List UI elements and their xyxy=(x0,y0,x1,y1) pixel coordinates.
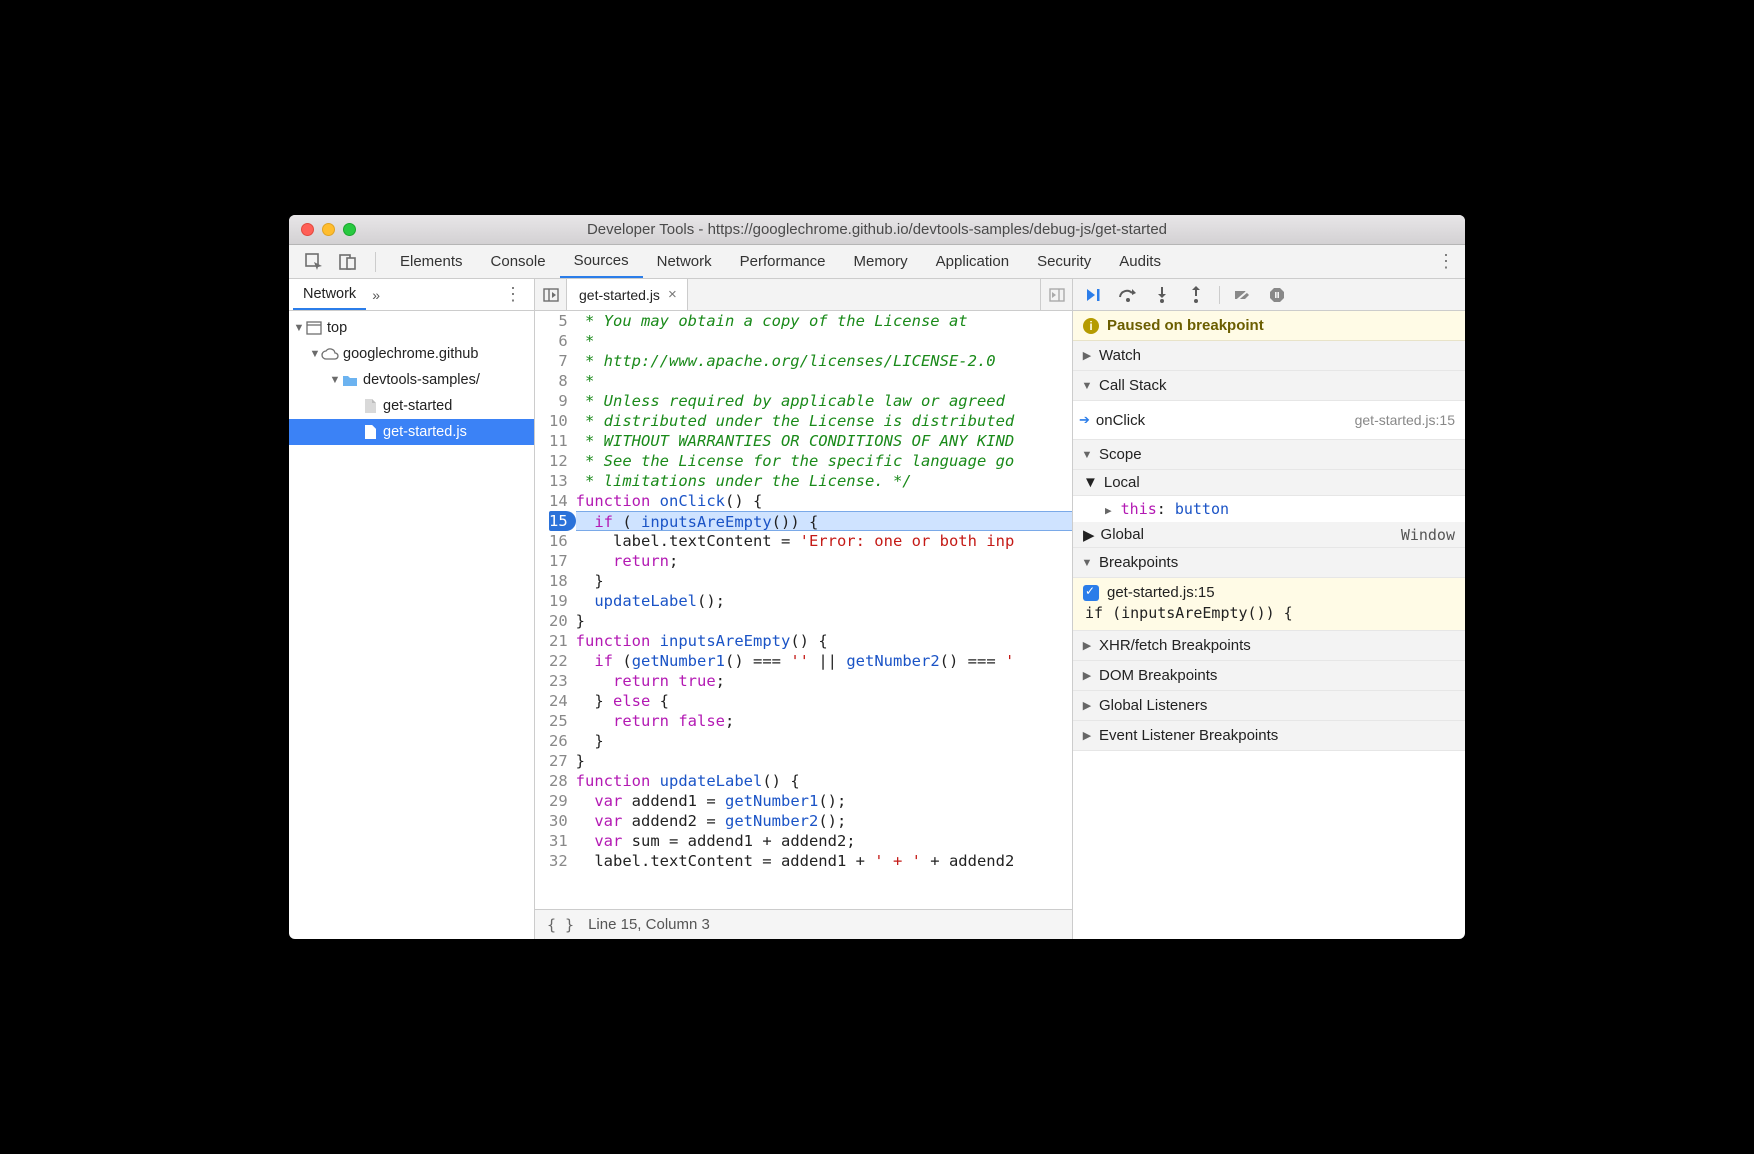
breakpoint-checkbox[interactable] xyxy=(1083,585,1099,601)
breakpoint-code: if (inputsAreEmpty()) { xyxy=(1083,601,1455,622)
pretty-print-icon[interactable]: { } xyxy=(547,916,574,934)
current-frame-icon: ➔ xyxy=(1079,412,1090,428)
tree-label: googlechrome.github xyxy=(343,346,478,362)
tab-memory[interactable]: Memory xyxy=(840,245,922,278)
main-toolbar: Elements Console Sources Network Perform… xyxy=(289,245,1465,279)
tab-network[interactable]: Network xyxy=(643,245,726,278)
section-watch[interactable]: ▶Watch xyxy=(1073,341,1465,371)
navigator-tab-network[interactable]: Network xyxy=(293,279,366,310)
close-window-button[interactable] xyxy=(301,223,314,236)
settings-menu-icon[interactable]: ⋮ xyxy=(1435,251,1457,272)
scope-body: ▼Local ▶ this: button ▶Global Window xyxy=(1073,470,1465,548)
close-tab-icon[interactable]: × xyxy=(668,286,677,303)
line-gutter: 5678910111213141516171819202122232425262… xyxy=(535,311,576,909)
devtools-window: Developer Tools - https://googlechrome.g… xyxy=(289,215,1465,939)
breakpoint-label: get-started.js:15 xyxy=(1107,584,1215,601)
expand-tabs-icon[interactable]: » xyxy=(372,287,380,303)
device-toolbar-icon[interactable] xyxy=(337,251,359,273)
code-area[interactable]: * You may obtain a copy of the License a… xyxy=(576,311,1072,909)
scope-this[interactable]: ▶ this: button xyxy=(1073,496,1465,522)
pause-on-exceptions-icon[interactable] xyxy=(1266,284,1288,306)
editor-pane: get-started.js × 56789101112131415161718… xyxy=(535,279,1073,939)
file-icon xyxy=(361,397,379,415)
scope-local[interactable]: ▼Local xyxy=(1073,470,1465,496)
info-icon: i xyxy=(1083,318,1099,334)
debugger-sections: ▶Watch ▼Call Stack ➔ onClick get-started… xyxy=(1073,341,1465,939)
file-icon xyxy=(361,423,379,441)
navigator-menu-icon[interactable]: ⋮ xyxy=(502,284,524,305)
minimize-window-button[interactable] xyxy=(322,223,335,236)
section-global-listeners[interactable]: ▶Global Listeners xyxy=(1073,691,1465,721)
cloud-icon xyxy=(321,345,339,363)
tab-console[interactable]: Console xyxy=(477,245,560,278)
tab-sources[interactable]: Sources xyxy=(560,245,643,278)
navigator-tabs: Network » ⋮ xyxy=(289,279,534,311)
section-callstack[interactable]: ▼Call Stack xyxy=(1073,371,1465,401)
editor-tabstrip: get-started.js × xyxy=(535,279,1072,311)
section-breakpoints[interactable]: ▼Breakpoints xyxy=(1073,548,1465,578)
tab-application[interactable]: Application xyxy=(922,245,1023,278)
separator xyxy=(375,252,376,272)
navigator-pane: Network » ⋮ ▼ top ▼ googlechrome.github … xyxy=(289,279,535,939)
tree-folder[interactable]: ▼ devtools-samples/ xyxy=(289,367,534,393)
toggle-debugger-icon[interactable] xyxy=(1040,279,1072,310)
tree-file-js[interactable]: get-started.js xyxy=(289,419,534,445)
main-area: Network » ⋮ ▼ top ▼ googlechrome.github … xyxy=(289,279,1465,939)
tree-label: get-started xyxy=(383,398,452,414)
tree-label: devtools-samples/ xyxy=(363,372,480,388)
step-out-icon[interactable] xyxy=(1185,284,1207,306)
file-tree: ▼ top ▼ googlechrome.github ▼ devtools-s… xyxy=(289,311,534,939)
debugger-toolbar xyxy=(1073,279,1465,311)
deactivate-breakpoints-icon[interactable] xyxy=(1232,284,1254,306)
tab-performance[interactable]: Performance xyxy=(726,245,840,278)
section-xhr-breakpoints[interactable]: ▶XHR/fetch Breakpoints xyxy=(1073,631,1465,661)
callstack-body: ➔ onClick get-started.js:15 xyxy=(1073,401,1465,440)
editor-tab-label: get-started.js xyxy=(579,287,660,303)
scope-global-value: Window xyxy=(1401,526,1465,544)
inspect-element-icon[interactable] xyxy=(303,251,325,273)
resume-icon[interactable] xyxy=(1083,284,1105,306)
tree-frame-top[interactable]: ▼ top xyxy=(289,315,534,341)
window-title: Developer Tools - https://googlechrome.g… xyxy=(289,221,1465,238)
tab-elements[interactable]: Elements xyxy=(386,245,477,278)
frame-location: get-started.js:15 xyxy=(1355,412,1455,428)
paused-banner: i Paused on breakpoint xyxy=(1073,311,1465,341)
paused-message: Paused on breakpoint xyxy=(1107,317,1264,334)
zoom-window-button[interactable] xyxy=(343,223,356,236)
callstack-frame[interactable]: ➔ onClick get-started.js:15 xyxy=(1073,405,1465,435)
step-over-icon[interactable] xyxy=(1117,284,1139,306)
code-editor[interactable]: 5678910111213141516171819202122232425262… xyxy=(535,311,1072,909)
tree-label: top xyxy=(327,320,347,336)
debugger-pane: i Paused on breakpoint ▶Watch ▼Call Stac… xyxy=(1073,279,1465,939)
section-event-listener-breakpoints[interactable]: ▶Event Listener Breakpoints xyxy=(1073,721,1465,751)
tree-file-html[interactable]: get-started xyxy=(289,393,534,419)
cursor-position: Line 15, Column 3 xyxy=(588,916,710,933)
editor-tab[interactable]: get-started.js × xyxy=(567,279,688,310)
folder-icon xyxy=(341,371,359,389)
section-dom-breakpoints[interactable]: ▶DOM Breakpoints xyxy=(1073,661,1465,691)
editor-statusbar: { } Line 15, Column 3 xyxy=(535,909,1072,939)
tree-label: get-started.js xyxy=(383,424,467,440)
tab-audits[interactable]: Audits xyxy=(1105,245,1175,278)
section-scope[interactable]: ▼Scope xyxy=(1073,440,1465,470)
breakpoint-item[interactable]: get-started.js:15 if (inputsAreEmpty()) … xyxy=(1073,578,1465,631)
scope-global[interactable]: ▶Global Window xyxy=(1073,522,1465,548)
frame-function: onClick xyxy=(1096,412,1145,429)
step-into-icon[interactable] xyxy=(1151,284,1173,306)
tab-security[interactable]: Security xyxy=(1023,245,1105,278)
titlebar: Developer Tools - https://googlechrome.g… xyxy=(289,215,1465,245)
toggle-navigator-icon[interactable] xyxy=(535,279,567,310)
frame-icon xyxy=(305,319,323,337)
window-controls xyxy=(289,223,356,236)
tree-domain[interactable]: ▼ googlechrome.github xyxy=(289,341,534,367)
